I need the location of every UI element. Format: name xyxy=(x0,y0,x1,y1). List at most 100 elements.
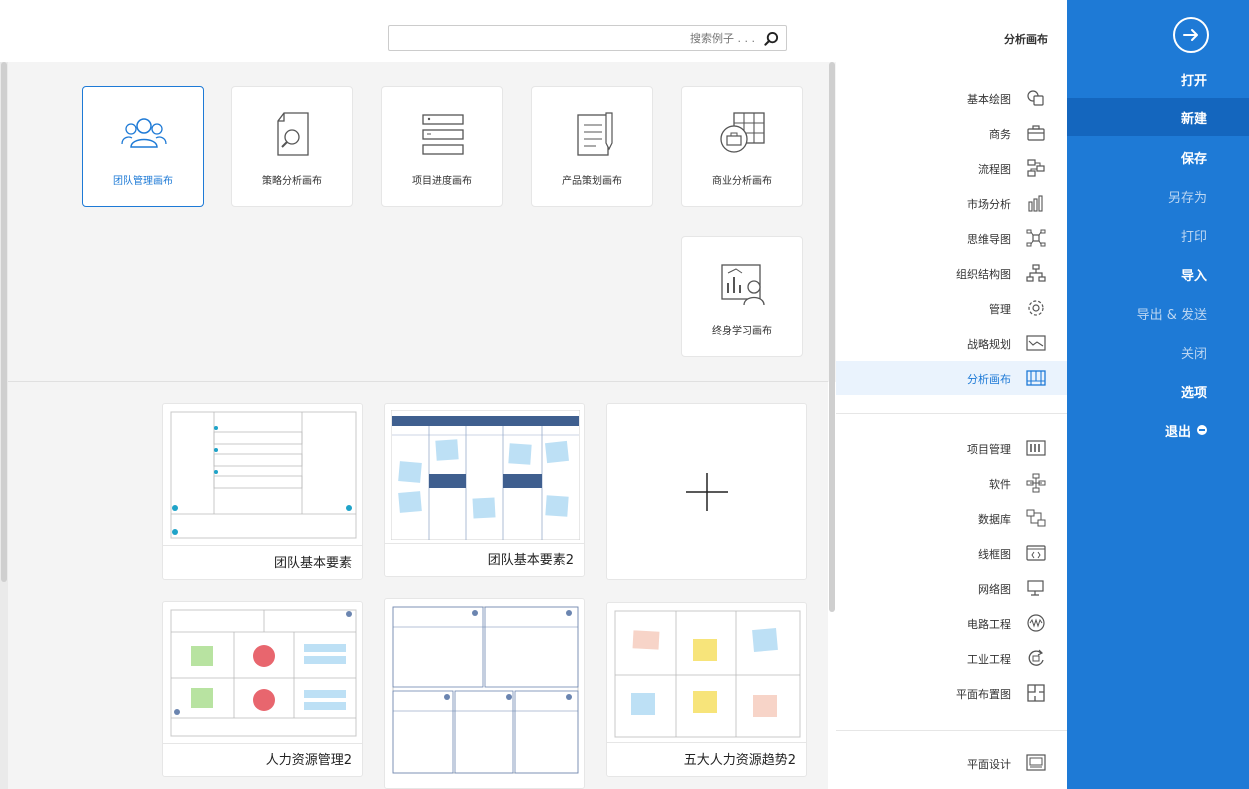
strategy-icon xyxy=(1026,335,1046,351)
menu-save-label: 保存 xyxy=(1180,151,1207,167)
menu-open[interactable]: 打开 xyxy=(1067,60,1249,98)
subcategory-lifelong-learning[interactable]: 终身学习画布 xyxy=(681,236,803,357)
template-title: 人力资源管理2 xyxy=(265,753,352,768)
menu-print[interactable]: 打印 xyxy=(1067,216,1249,254)
category-floor-plan[interactable]: 平面布置图 xyxy=(836,676,1067,710)
category-divider xyxy=(836,413,1067,414)
menu-import-label: 导入 xyxy=(1180,268,1207,284)
category-software[interactable]: 软件 xyxy=(836,466,1067,500)
category-label: 基本绘图 xyxy=(967,93,1011,106)
mindmap-icon xyxy=(1026,229,1046,247)
left-scrollbar-thumb[interactable] xyxy=(1,62,7,582)
template-card[interactable]: 团队基本要素 xyxy=(162,403,363,580)
template-thumbnail xyxy=(170,609,357,737)
menu-close[interactable]: 关闭 xyxy=(1067,333,1249,371)
project-progress-icon xyxy=(422,114,464,155)
business-canvas-icon xyxy=(720,112,765,153)
category-analysis-canvas[interactable]: 分析画布 xyxy=(836,361,1067,395)
category-project-management[interactable]: 项目管理 xyxy=(836,431,1067,465)
card-separator xyxy=(163,743,362,744)
template-card[interactable] xyxy=(384,598,585,789)
category-market-analysis[interactable]: 市场分析 xyxy=(836,186,1067,220)
category-label: 管理 xyxy=(989,303,1011,316)
menu-options-label: 选项 xyxy=(1180,385,1207,401)
category-strategy-planning[interactable]: 战略规划 xyxy=(836,326,1067,360)
card-separator xyxy=(163,545,362,546)
briefcase-icon xyxy=(1027,125,1045,141)
category-network[interactable]: 网络图 xyxy=(836,571,1067,605)
subcategory-label: 策略分析画布 xyxy=(262,176,322,187)
exit-icon xyxy=(1197,425,1207,435)
category-basic-drawing[interactable]: 基本绘图 xyxy=(836,81,1067,115)
template-title: 团队基本要素2 xyxy=(487,553,574,568)
search-icon[interactable] xyxy=(764,31,779,46)
category-label: 流程图 xyxy=(978,163,1011,176)
plus-icon xyxy=(686,473,728,511)
category-label: 平面设计 xyxy=(967,758,1011,771)
graphic-design-icon xyxy=(1026,754,1046,771)
category-management[interactable]: 管理 xyxy=(836,291,1067,325)
subcategory-label: 终身学习画布 xyxy=(712,326,772,337)
search-box[interactable] xyxy=(388,25,787,51)
category-label: 工业工程 xyxy=(967,653,1011,666)
subcategory-label: 项目进度画布 xyxy=(412,176,472,187)
subcategory-product-plan[interactable]: 产品策划画布 xyxy=(531,86,653,207)
menu-export-send[interactable]: 导出 & 发送 xyxy=(1067,294,1249,332)
category-graphic-design[interactable]: 平面设计 xyxy=(836,746,1067,780)
menu-options[interactable]: 选项 xyxy=(1067,372,1249,410)
shapes-icon xyxy=(1027,90,1044,106)
team-icon xyxy=(121,118,167,148)
category-database[interactable]: 数据库 xyxy=(836,501,1067,535)
menu-new[interactable]: 新建 xyxy=(1067,98,1249,136)
template-card[interactable]: 五大人力资源趋势2 xyxy=(606,602,807,777)
category-industrial[interactable]: 工业工程 xyxy=(836,641,1067,675)
menu-new-label: 新建 xyxy=(1180,111,1207,127)
subcategory-label: 团队管理画布 xyxy=(113,176,173,187)
template-thumbnail xyxy=(391,410,580,540)
category-flowchart[interactable]: 流程图 xyxy=(836,151,1067,185)
category-label: 组织结构图 xyxy=(956,268,1011,281)
template-thumbnail xyxy=(170,411,357,539)
arrow-right-icon xyxy=(1183,29,1198,41)
search-input[interactable] xyxy=(395,29,755,47)
subcategory-team-management[interactable]: 团队管理画布 xyxy=(82,86,204,207)
category-label: 平面布置图 xyxy=(956,688,1011,701)
category-business[interactable]: 商务 xyxy=(836,116,1067,150)
template-card[interactable]: 团队基本要素2 xyxy=(384,403,585,577)
subcategory-project-progress[interactable]: 项目进度画布 xyxy=(381,86,503,207)
wireframe-icon xyxy=(1026,545,1046,561)
category-org-chart[interactable]: 组织结构图 xyxy=(836,256,1067,290)
menu-exit[interactable]: 退出 xyxy=(1067,411,1249,449)
template-title: 五大人力资源趋势2 xyxy=(683,753,796,768)
menu-save-as[interactable]: 另存为 xyxy=(1067,177,1249,215)
menu-import[interactable]: 导入 xyxy=(1067,255,1249,293)
floorplan-icon xyxy=(1027,684,1045,702)
category-label: 线框图 xyxy=(978,548,1011,561)
menu-exit-label: 退出 xyxy=(1164,424,1191,440)
template-card[interactable]: 人力资源管理2 xyxy=(162,601,363,777)
new-blank-template[interactable] xyxy=(606,403,807,580)
subcategory-strategy-analysis[interactable]: 策略分析画布 xyxy=(231,86,353,207)
template-title: 团队基本要素 xyxy=(273,556,352,571)
scrollbar-thumb[interactable] xyxy=(829,62,835,612)
org-chart-icon xyxy=(1026,264,1046,282)
template-thumbnail xyxy=(392,606,579,774)
gantt-icon xyxy=(1026,440,1046,456)
database-icon xyxy=(1026,509,1046,527)
bar-chart-icon xyxy=(1028,195,1043,212)
industrial-icon xyxy=(1028,649,1044,666)
category-mind-map[interactable]: 思维导图 xyxy=(836,221,1067,255)
category-label: 商务 xyxy=(989,128,1011,141)
section-divider xyxy=(8,381,828,382)
back-button[interactable] xyxy=(1173,17,1209,53)
category-circuit[interactable]: 电路工程 xyxy=(836,606,1067,640)
subcategory-business-canvas[interactable]: 商业分析画布 xyxy=(681,86,803,207)
card-separator xyxy=(385,543,584,544)
card-separator xyxy=(607,742,806,743)
circuit-icon xyxy=(1027,614,1045,632)
category-wireframe[interactable]: 线框图 xyxy=(836,536,1067,570)
category-label: 电路工程 xyxy=(967,618,1011,631)
file-menu: 打开 新建 保存 另存为 打印 导入 导出 & 发送 关闭 选项 退出 xyxy=(1067,0,1249,789)
menu-save[interactable]: 保存 xyxy=(1067,138,1249,176)
category-label: 战略规划 xyxy=(967,338,1011,351)
